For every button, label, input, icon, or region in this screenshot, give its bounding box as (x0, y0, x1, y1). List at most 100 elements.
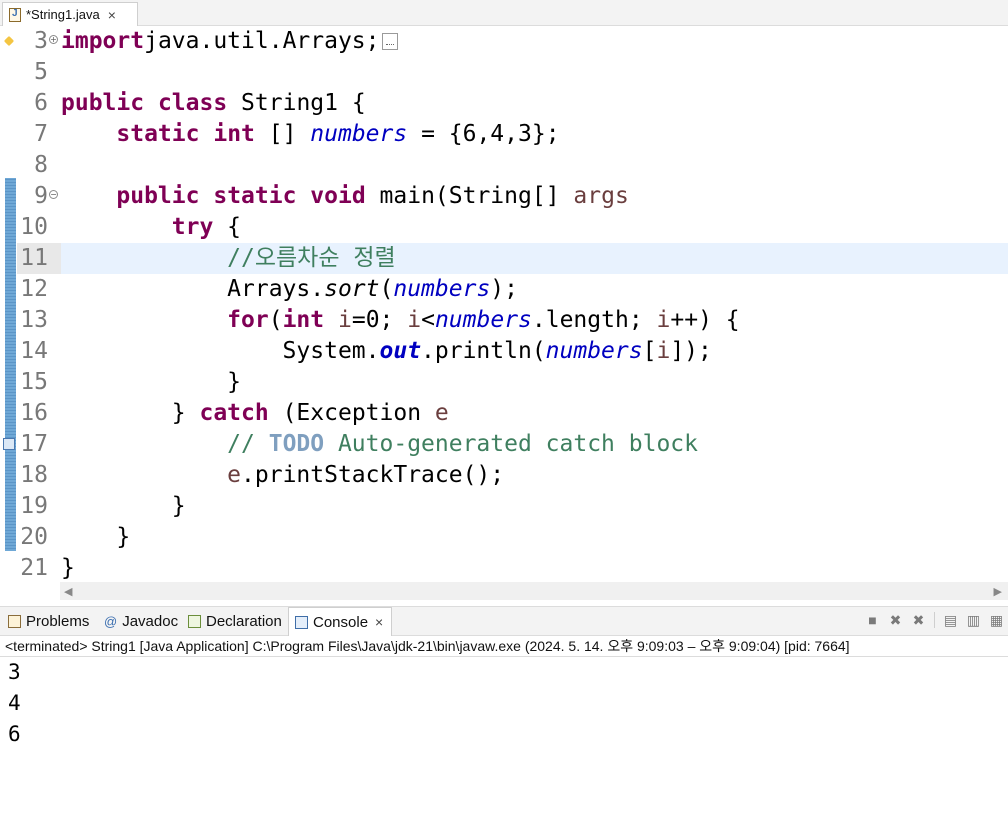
java-file-icon (9, 7, 21, 22)
code-text: } (61, 553, 75, 584)
tab-declaration[interactable]: Declaration (182, 607, 288, 636)
code-text: } (61, 367, 241, 398)
code-token: ( (379, 276, 394, 302)
code-line[interactable]: 12 Arrays.sort(numbers); (0, 274, 1008, 305)
clear-console-icon[interactable]: ▤ (943, 612, 958, 628)
code-line[interactable]: 19 } (0, 491, 1008, 522)
remove-all-launches-icon[interactable]: ✖ (911, 612, 926, 628)
code-token: public (61, 90, 145, 116)
code-line[interactable]: 14 System.out.println(numbers[i]); (0, 336, 1008, 367)
tab-problems[interactable]: Problems (2, 607, 97, 636)
code-line[interactable]: 7 static int [] numbers = {6,4,3}; (0, 119, 1008, 150)
code-line[interactable]: 16 } catch (Exception e (0, 398, 1008, 429)
code-text: Arrays.sort(numbers); (61, 274, 518, 305)
code-token: =0; (351, 307, 408, 333)
tab-javadoc[interactable]: @ Javadoc (98, 607, 182, 636)
code-text: importjava.util.Arrays; (61, 26, 398, 57)
code-token: } (61, 555, 75, 581)
code-line[interactable]: 6 public class String1 { (0, 88, 1008, 119)
code-token: } (61, 369, 242, 395)
code-token: int (213, 121, 255, 147)
code-line[interactable]: 10 try { (0, 212, 1008, 243)
collapsed-imports-icon[interactable] (381, 33, 398, 50)
code-line[interactable]: 15 } (0, 367, 1008, 398)
code-token: i (656, 307, 671, 333)
code-token: main(String[] (365, 183, 574, 209)
line-number: 20 (20, 524, 48, 550)
code-token: static (116, 121, 200, 147)
code-line[interactable]: 21} (0, 553, 1008, 584)
code-line[interactable]: 3 importjava.util.Arrays; + (0, 26, 1008, 57)
tab-declaration-label: Declaration (206, 613, 282, 630)
code-token: Arrays. (61, 276, 325, 302)
stop-icon[interactable]: ■ (865, 612, 880, 628)
code-editor[interactable]: 3 importjava.util.Arrays; +5 6 public class … (0, 26, 1008, 582)
scroll-left-icon[interactable]: ◀ (64, 585, 72, 598)
code-token: class (157, 90, 228, 116)
tab-console[interactable]: Console × (288, 607, 392, 636)
at-sign-icon: @ (104, 614, 118, 629)
tab-problems-label: Problems (26, 613, 90, 630)
collapse-fold-icon[interactable]: − (49, 190, 58, 199)
close-icon[interactable]: × (375, 615, 383, 629)
code-text: System.out.println(numbers[i]); (61, 336, 712, 367)
code-token: java.util.Arrays; (144, 28, 380, 54)
line-number: 10 (20, 214, 48, 240)
console-output[interactable]: 3 4 6 (0, 657, 1008, 822)
code-line[interactable]: 20 } (0, 522, 1008, 553)
close-icon[interactable]: × (108, 8, 116, 22)
code-text: } catch (Exception e (61, 398, 449, 429)
editor-tab-string1[interactable]: *String1.java × (2, 2, 138, 26)
code-token: [] (254, 121, 311, 147)
code-token: static (213, 183, 297, 209)
code-token: numbers (434, 307, 532, 333)
code-token: i (656, 338, 671, 364)
code-text: // TODO Auto-generated catch block (61, 429, 698, 460)
line-number: 14 (20, 338, 48, 364)
code-text: e.printStackTrace(); (61, 460, 504, 491)
code-token: System. (61, 338, 380, 364)
line-number: 12 (20, 276, 48, 302)
code-token: int (282, 307, 325, 333)
code-line[interactable]: 5 (0, 57, 1008, 88)
line-number: 18 (20, 462, 48, 488)
code-token: } (61, 524, 131, 550)
code-line[interactable]: 18 e.printStackTrace(); (0, 460, 1008, 491)
remove-launch-icon[interactable]: ✖ (888, 612, 903, 628)
horizontal-scrollbar[interactable]: ◀ ▶ (60, 582, 1008, 600)
code-token: numbers (545, 338, 643, 364)
expand-fold-icon[interactable]: + (49, 35, 58, 44)
scroll-right-icon[interactable]: ▶ (994, 585, 1002, 598)
line-number: 21 (20, 555, 48, 581)
line-number: 15 (20, 369, 48, 395)
line-number: 13 (20, 307, 48, 333)
code-token: numbers (393, 276, 491, 302)
code-line[interactable]: 13 for(int i=0; i<numbers.length; i++) { (0, 305, 1008, 336)
code-token: TODO (268, 431, 325, 457)
scroll-lock-icon[interactable]: ▥ (966, 612, 981, 628)
code-line[interactable]: 11 //오름차순 정렬 (20, 243, 1008, 274)
code-line[interactable]: 9 public static void main(String[] args − (0, 181, 1008, 212)
code-text: try { (61, 212, 241, 243)
code-token: ]); (670, 338, 712, 364)
console-output-line: 6 (8, 722, 21, 746)
task-marker-icon[interactable] (3, 438, 15, 450)
tab-console-label: Console (313, 613, 369, 631)
code-token: catch (199, 400, 269, 426)
code-token: ); (490, 276, 518, 302)
line-number: 9 (34, 183, 48, 209)
code-line[interactable]: 17 // TODO Auto-generated catch block (0, 429, 1008, 460)
code-token: Auto-generated catch block (324, 431, 698, 457)
code-token: args (573, 183, 629, 209)
word-wrap-icon[interactable]: ▦ (989, 612, 1004, 628)
code-token: } (61, 400, 200, 426)
declaration-icon (188, 615, 201, 628)
code-line[interactable]: 8 (0, 150, 1008, 181)
line-number: 11 (20, 245, 48, 271)
